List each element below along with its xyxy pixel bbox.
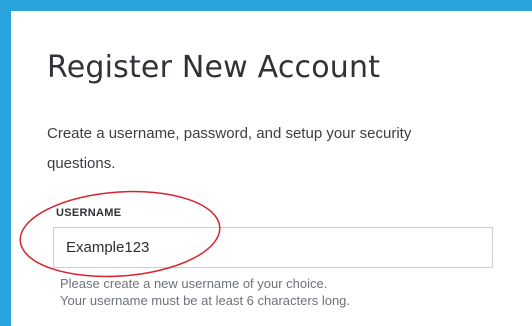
window-frame: Register New Account Create a username, … [0, 0, 532, 326]
username-input[interactable] [53, 227, 493, 268]
username-help-line-1: Please create a new username of your cho… [60, 276, 328, 291]
username-help-text: Please create a new username of your cho… [60, 275, 350, 309]
username-help-line-2: Your username must be at least 6 charact… [60, 293, 351, 308]
page-title: Register New Account [47, 50, 381, 85]
username-label: USERNAME [56, 207, 122, 219]
page-intro: Create a username, password, and setup y… [47, 125, 412, 172]
